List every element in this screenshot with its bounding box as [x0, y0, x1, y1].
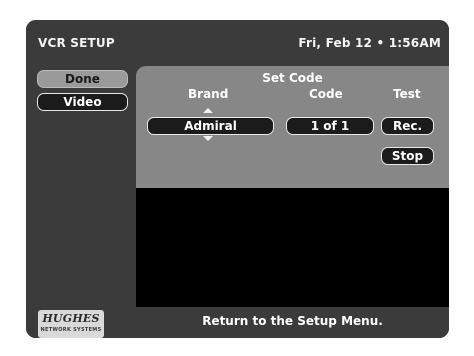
test-column-header: Test	[393, 87, 421, 101]
rec-button[interactable]: Rec.	[381, 117, 434, 135]
panel-title: Set Code	[262, 71, 323, 85]
footer-bar: HUGHES NETWORK SYSTEMS Return to the Set…	[26, 307, 449, 338]
header-bar: VCR SETUP Fri, Feb 12 • 1:56AM	[26, 20, 449, 66]
video-button[interactable]: Video	[37, 93, 128, 111]
brand-up-arrow-icon[interactable]	[203, 108, 213, 113]
help-message: Return to the Setup Menu.	[202, 314, 383, 328]
left-menu: Done Video	[26, 66, 136, 306]
tv-screen: VCR SETUP Fri, Feb 12 • 1:56AM Done Vide…	[26, 20, 449, 338]
code-selector[interactable]: 1 of 1	[286, 117, 374, 135]
brand-down-arrow-icon[interactable]	[203, 136, 213, 141]
logo-subtext: NETWORK SYSTEMS	[40, 327, 102, 333]
set-code-panel: Set Code Brand Code Test Admiral 1 of 1 …	[136, 66, 449, 188]
brand-column-header: Brand	[188, 87, 229, 101]
stop-button[interactable]: Stop	[381, 147, 434, 165]
logo-text: HUGHES	[42, 312, 100, 325]
done-button[interactable]: Done	[37, 70, 128, 88]
brand-selector[interactable]: Admiral	[147, 117, 274, 135]
hughes-logo: HUGHES NETWORK SYSTEMS	[38, 310, 104, 338]
code-column-header: Code	[309, 87, 343, 101]
screen-title: VCR SETUP	[38, 36, 115, 50]
preview-area	[136, 188, 449, 307]
date-time: Fri, Feb 12 • 1:56AM	[298, 36, 441, 50]
